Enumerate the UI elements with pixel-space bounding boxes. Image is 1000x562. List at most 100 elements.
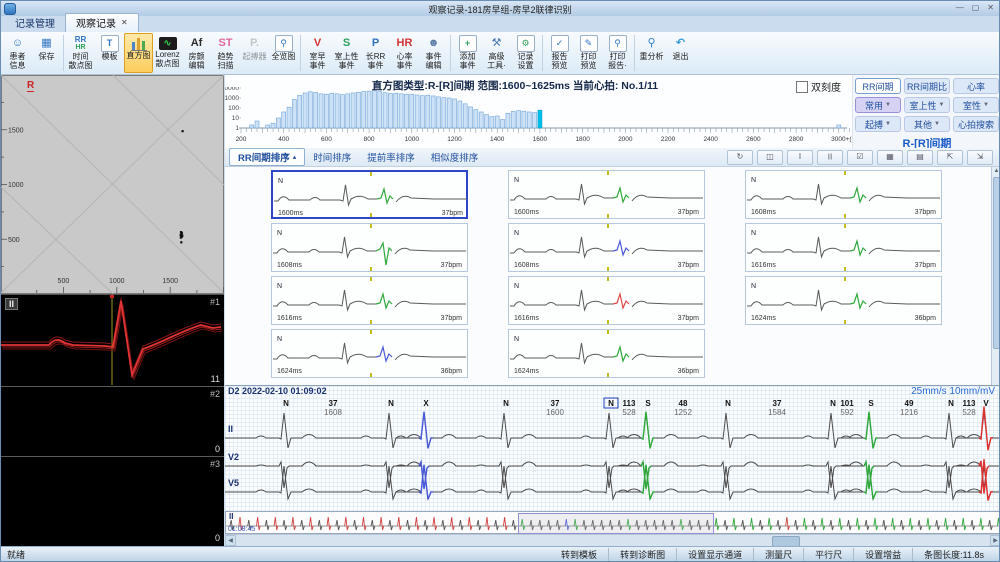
histogram-bar[interactable]	[318, 93, 324, 129]
histogram-bar[interactable]	[334, 93, 340, 129]
histogram-bar[interactable]	[302, 92, 308, 129]
histogram-bar[interactable]	[324, 93, 329, 129]
tab-record-management[interactable]: 记录管理	[5, 14, 65, 32]
minimize-button[interactable]: —	[954, 2, 966, 14]
histogram-bar[interactable]	[478, 111, 484, 129]
histogram-bar[interactable]	[350, 92, 356, 129]
patient-info-button[interactable]: ☺ 患者 信息	[3, 33, 32, 73]
beat-cell[interactable]: N 1616ms 37bpm	[508, 276, 705, 325]
beat-cell[interactable]: N 1624ms 36bpm	[745, 276, 942, 325]
histogram-bar[interactable]	[388, 93, 393, 129]
histogram-chart[interactable]: 1000010001001012004006008001000120014001…	[225, 87, 853, 147]
histogram-button[interactable]: 直方图	[124, 33, 153, 73]
close-button[interactable]: ✕	[985, 2, 996, 14]
maximize-button[interactable]: ▢	[970, 2, 982, 14]
beat-cell[interactable]: N 1616ms 37bpm	[271, 276, 468, 325]
histogram-bar[interactable]	[409, 93, 415, 129]
horizontal-scrollbar[interactable]: ◀ ▶	[225, 534, 999, 547]
histogram-bar[interactable]	[372, 90, 377, 129]
lorenz-plot[interactable]: 1500 1000 500 500 1000 1500 R	[1, 74, 225, 295]
histogram-bar[interactable]	[516, 110, 521, 129]
trend-scan-button[interactable]: ST 趋势 扫描	[211, 33, 240, 73]
tab-close-icon[interactable]: ✕	[121, 18, 128, 27]
filter-button-起搏[interactable]: 起搏 ▼	[855, 116, 901, 132]
event-edit-button[interactable]: ☻ 事件 编辑	[419, 33, 448, 73]
histogram-bar[interactable]	[436, 96, 441, 129]
histogram-bar[interactable]	[484, 114, 489, 129]
scroll-right-icon[interactable]: ▶	[990, 535, 999, 546]
histogram-bar[interactable]	[393, 92, 399, 129]
status-action-测量尺[interactable]: 测量尺	[753, 548, 803, 561]
filter-button-心率[interactable]: 心率	[953, 78, 999, 94]
status-action-转到诊断图[interactable]: 转到诊断图	[608, 548, 676, 561]
rhythm-selection-box[interactable]	[518, 513, 714, 534]
histogram-bar[interactable]	[265, 124, 270, 129]
histogram-bar-selected[interactable]	[537, 109, 543, 129]
histogram-bar[interactable]	[377, 91, 383, 129]
histogram-bar[interactable]	[446, 97, 452, 129]
histogram-bar[interactable]	[473, 109, 479, 129]
rhythm-strip[interactable]: II 01:08:45	[225, 511, 999, 534]
beat-cell[interactable]: N 1624ms 36bpm	[271, 329, 468, 378]
histogram-bar[interactable]	[521, 110, 527, 129]
confirm-list-icon[interactable]: ☑	[847, 149, 873, 165]
caliper-icon[interactable]: ◫	[757, 149, 783, 165]
histogram-bar[interactable]	[441, 97, 447, 129]
save-button[interactable]: ▦ 保存	[32, 33, 61, 73]
overview-button[interactable]: ⚲ 全览图	[269, 33, 298, 73]
filter-button-其他[interactable]: 其他 ▼	[904, 116, 950, 132]
time-scatter-button[interactable]: RR HR 时间 散点图	[66, 33, 95, 73]
print-preview-button[interactable]: ✎ 打印 预览	[574, 33, 603, 73]
sort-tab-RR间期排序[interactable]: RR间期排序 ▴	[229, 148, 306, 166]
histogram-bar[interactable]	[836, 124, 842, 129]
add-event-button[interactable]: + 添加 事件	[453, 33, 482, 73]
ecg-viewer[interactable]: D2 2022-02-10 01:09:02 25mm/s 10mm/mV N 3…	[225, 385, 999, 512]
exit-button[interactable]: ↶ 退出	[666, 33, 695, 73]
collapse-icon[interactable]: ⇲	[967, 149, 993, 165]
status-action-条图长度:11.8s[interactable]: 条图长度:11.8s	[912, 548, 995, 561]
status-action-设置显示通道[interactable]: 设置显示通道	[676, 548, 753, 561]
histogram-bar[interactable]	[340, 94, 345, 129]
template-section-1[interactable]: II #1 11	[1, 295, 224, 387]
template-section-2[interactable]: #2 0	[1, 387, 224, 457]
beat-cell[interactable]: N 1608ms 37bpm	[508, 223, 705, 272]
histogram-bar[interactable]	[281, 111, 287, 129]
histogram-bar[interactable]	[468, 106, 473, 129]
compare-bars-icon[interactable]: |||	[817, 149, 843, 165]
print-report-button[interactable]: ⚲ 打印 报告·	[603, 33, 632, 73]
status-action-设置增益[interactable]: 设置增益	[853, 548, 912, 561]
vertical-scrollbar[interactable]: ▲	[991, 167, 999, 385]
scroll-left-icon[interactable]: ◀	[225, 535, 236, 546]
histogram-bar[interactable]	[526, 111, 532, 129]
advanced-tools-button[interactable]: ⚒ 高级 工具·	[482, 33, 511, 73]
filter-button-心拍搜索[interactable]: 心拍搜索	[953, 116, 999, 132]
af-edit-button[interactable]: Af 房颤 编辑	[182, 33, 211, 73]
histogram-bar[interactable]	[254, 120, 260, 129]
histogram-bar[interactable]	[420, 95, 425, 129]
histogram-bar[interactable]	[286, 106, 292, 129]
histogram-bar[interactable]	[345, 93, 351, 129]
histogram-bar[interactable]	[500, 119, 505, 129]
grid-layout-icon[interactable]: ▦	[877, 149, 903, 165]
pvc-events-button[interactable]: V 室早 事件	[303, 33, 332, 73]
histogram-bar[interactable]	[489, 116, 495, 129]
filter-button-室上性[interactable]: 室上性 ▼	[904, 97, 950, 113]
histogram-bar[interactable]	[532, 112, 537, 129]
filter-button-RR间期[interactable]: RR间期	[855, 78, 901, 94]
beat-cell[interactable]: N 1600ms 37bpm	[271, 170, 468, 219]
histogram-bar[interactable]	[366, 90, 372, 129]
refresh-icon[interactable]: ↻	[727, 149, 753, 165]
sve-events-button[interactable]: S 室上性 事件	[332, 33, 361, 73]
histogram-bar[interactable]	[249, 124, 254, 129]
grid-layout-alt-icon[interactable]: ▤	[907, 149, 933, 165]
beat-cell[interactable]: N 1608ms 37bpm	[271, 223, 468, 272]
template-section-3[interactable]: #3 0	[1, 457, 224, 545]
long-rr-events-button[interactable]: P 长RR 事件	[361, 33, 390, 73]
record-settings-button[interactable]: ⚙ 记录 设置	[511, 33, 540, 73]
beat-cell[interactable]: N 1616ms 37bpm	[745, 223, 942, 272]
histogram-bar[interactable]	[356, 91, 361, 129]
lorenz-scatter-button[interactable]: ∿ Lorenz 散点图	[153, 33, 182, 73]
scroll-up-icon[interactable]: ▲	[992, 167, 999, 176]
histogram-bar[interactable]	[414, 94, 420, 129]
histogram-bar[interactable]	[505, 112, 511, 129]
